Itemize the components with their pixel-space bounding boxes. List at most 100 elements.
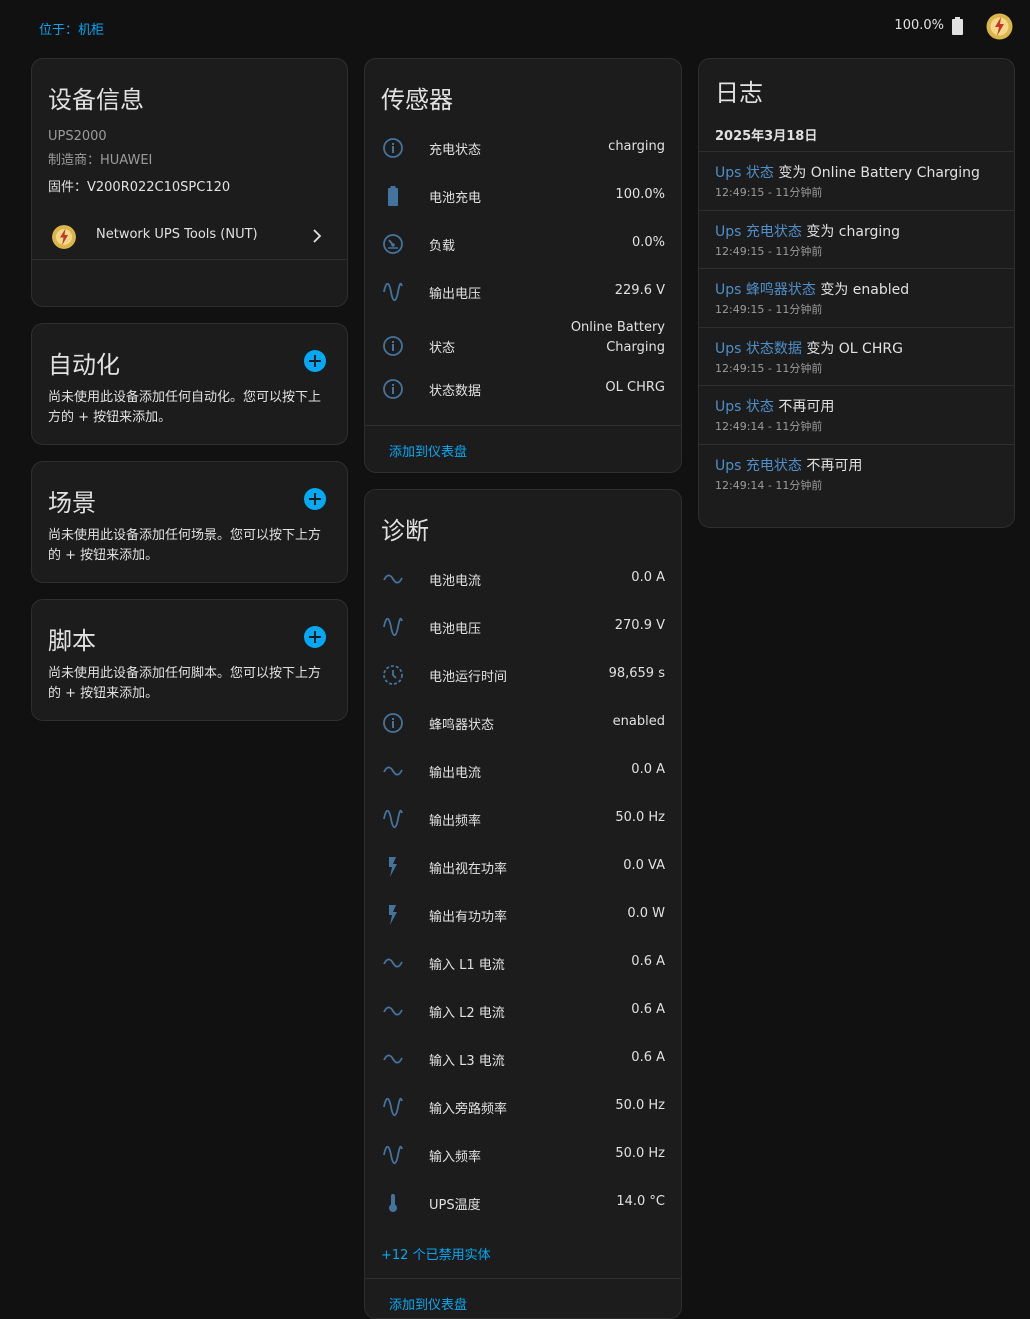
- add-scene-button[interactable]: [304, 488, 326, 510]
- entity-row[interactable]: 输入 L2 电流 0.6 A: [365, 987, 681, 1035]
- entity-name: 电池运行时间: [429, 670, 508, 685]
- entity-row[interactable]: 电池电压 270.9 V: [365, 603, 681, 651]
- logbook-entity-link[interactable]: Ups 状态: [715, 399, 774, 415]
- logbook-change: 变为 Online Battery Charging: [773, 165, 980, 181]
- entity-row[interactable]: UPS温度 14.0 °C: [365, 1179, 681, 1227]
- logbook-entry[interactable]: Ups 充电状态 不再可用 12:49:14 - 11分钟前: [699, 443, 1014, 503]
- entity-name: 电池电压: [429, 622, 482, 637]
- entity-value: 0.0 VA: [623, 858, 665, 873]
- entity-name: 状态: [429, 341, 456, 356]
- entity-name: 输出视在功率: [429, 862, 508, 877]
- sine-wave-icon: [383, 617, 403, 637]
- entity-row[interactable]: 输出频率 50.0 Hz: [365, 795, 681, 843]
- logbook-entry[interactable]: Ups 蜂鸣器状态 变为 enabled 12:49:15 - 11分钟前: [699, 268, 1014, 327]
- logbook-message: Ups 状态 变为 Online Battery Charging: [715, 162, 980, 182]
- timer-icon: [383, 665, 403, 685]
- logbook-time: 12:49:15 - 11分钟前: [715, 186, 823, 199]
- divider: [32, 259, 347, 260]
- battery-level: 100.0%: [894, 18, 944, 33]
- entity-row[interactable]: 输出视在功率 0.0 VA: [365, 843, 681, 891]
- logbook-entry[interactable]: Ups 状态 不再可用 12:49:14 - 11分钟前: [699, 385, 1014, 444]
- sine-wave-icon: [383, 1097, 403, 1117]
- scripts-card: 脚本 尚未使用此设备添加任何脚本。您可以按下上方的 + 按钮来添加。: [31, 599, 348, 721]
- integration-name: Network UPS Tools (NUT): [96, 227, 258, 242]
- automation-card: 自动化 尚未使用此设备添加任何自动化。您可以按下上方的 + 按钮来添加。: [31, 323, 348, 445]
- divider: [365, 425, 681, 426]
- sine-wave-icon: [383, 282, 403, 302]
- entity-value: 0.0%: [631, 235, 665, 250]
- device-info-card: 设备信息 UPS2000 制造商：HUAWEI 固件：V200R022C10SP…: [31, 58, 348, 307]
- logbook-entity-link[interactable]: Ups 状态数据: [715, 341, 802, 357]
- entity-name: 充电状态: [429, 143, 482, 158]
- card-title: 脚本: [48, 627, 96, 655]
- empty-message: 尚未使用此设备添加任何自动化。您可以按下上方的 + 按钮来添加。: [48, 390, 322, 425]
- entity-value: 229.6 V: [614, 283, 665, 298]
- sine-wave-icon: [383, 809, 403, 829]
- entity-value: 50.0 Hz: [615, 1146, 665, 1161]
- logbook-entity-link[interactable]: Ups 状态: [715, 165, 774, 181]
- logbook-message: Ups 充电状态 变为 charging: [715, 221, 900, 241]
- card-title: 设备信息: [48, 86, 144, 114]
- entity-name: 电池电流: [429, 574, 482, 589]
- logbook-time: 12:49:15 - 11分钟前: [715, 361, 823, 375]
- entity-name: 负载: [429, 239, 456, 254]
- area-link[interactable]: 位于：机柜: [39, 19, 104, 38]
- current-ac-icon: [383, 1054, 403, 1064]
- logbook-entity-link[interactable]: Ups 蜂鸣器状态: [715, 282, 816, 298]
- entity-name: 输出电压: [429, 287, 482, 302]
- entity-name: 电池充电: [429, 191, 482, 206]
- logbook-date: 2025年3月18日: [715, 129, 818, 144]
- entity-row[interactable]: 输出电流 0.0 A: [365, 747, 681, 795]
- diagnostics-card: 诊断 电池电流 0.0 A 电池电压 270.9 V 电池运行时间 98,659 s 蜂鸣器…: [364, 489, 682, 1319]
- entity-row[interactable]: 输入 L3 电流 0.6 A: [365, 1035, 681, 1083]
- add-automation-button[interactable]: [304, 350, 326, 372]
- logbook-change: 不再可用: [801, 457, 863, 474]
- nut-logo-icon: [52, 225, 76, 249]
- entity-name: 输出有功功率: [429, 910, 508, 925]
- logbook-entity-link[interactable]: Ups 充电状态: [715, 224, 802, 240]
- info-icon: [383, 713, 403, 733]
- entity-value: 0.6 A: [631, 954, 665, 969]
- logbook-entry[interactable]: Ups 充电状态 变为 charging 12:49:15 - 11分钟前: [699, 209, 1014, 269]
- logbook-entity-link[interactable]: Ups 充电状态: [715, 458, 802, 474]
- disabled-entities-link[interactable]: +12 个已禁用实体: [381, 1244, 491, 1263]
- device-firmware: 固件：V200R022C10SPC120: [48, 180, 231, 195]
- entity-row[interactable]: 电池运行时间 98,659 s: [365, 651, 681, 699]
- entity-value: enabled: [612, 714, 665, 729]
- entity-row[interactable]: 电池电流 0.0 A: [365, 555, 681, 603]
- current-ac-icon: [383, 574, 403, 584]
- entity-row[interactable]: 输出有功功率 0.0 W: [365, 891, 681, 939]
- logbook-time: 12:49:15 - 11分钟前: [715, 303, 823, 316]
- add-to-dashboard-button[interactable]: 添加到仪表盘: [389, 441, 467, 460]
- flash-icon: [389, 905, 397, 925]
- integration-logo-icon[interactable]: [986, 13, 1013, 40]
- logbook-card: 日志 2025年3月18日 Ups 状态 变为 Online Battery C…: [698, 58, 1015, 528]
- entity-name: 输出电流: [429, 766, 482, 781]
- integration-link[interactable]: Network UPS Tools (NUT): [32, 215, 347, 259]
- add-script-button[interactable]: [304, 626, 326, 648]
- entity-row[interactable]: 电池充电 100.0%: [365, 172, 681, 220]
- entity-value: 0.0 A: [631, 570, 665, 585]
- entity-row[interactable]: 蜂鸣器状态 enabled: [365, 699, 681, 747]
- empty-message: 尚未使用此设备添加任何脚本。您可以按下上方的 + 按钮来添加。: [48, 666, 322, 701]
- entity-row[interactable]: 输入频率 50.0 Hz: [365, 1131, 681, 1179]
- logbook-entry[interactable]: Ups 状态 变为 Online Battery Charging 12:49:1…: [699, 151, 1014, 210]
- chevron-right-icon: [313, 229, 322, 243]
- battery-icon: [952, 17, 963, 35]
- entity-row[interactable]: 输入 L1 电流 0.6 A: [365, 939, 681, 987]
- entity-name: UPS温度: [429, 1198, 481, 1213]
- entity-value: 98,659 s: [608, 666, 665, 681]
- entity-row[interactable]: 输出电压 229.6 V: [365, 268, 681, 316]
- logbook-message: Ups 状态 不再可用: [715, 396, 834, 416]
- entity-row[interactable]: 状态数据 OL CHRG: [365, 365, 681, 413]
- add-to-dashboard-button[interactable]: 添加到仪表盘: [389, 1294, 467, 1313]
- logbook-change: 变为 enabled: [815, 282, 910, 298]
- logbook-entry[interactable]: Ups 状态数据 变为 OL CHRG 12:49:15 - 11分钟前: [699, 326, 1014, 386]
- entity-row[interactable]: 输入旁路频率 50.0 Hz: [365, 1083, 681, 1131]
- entity-row[interactable]: 充电状态 charging: [365, 124, 681, 172]
- logbook-message: Ups 充电状态 不再可用: [715, 455, 862, 475]
- entity-value: 50.0 Hz: [615, 1098, 665, 1113]
- divider: [365, 1278, 681, 1279]
- entity-value: 100.0%: [615, 187, 665, 202]
- entity-row[interactable]: 负载 0.0%: [365, 220, 681, 268]
